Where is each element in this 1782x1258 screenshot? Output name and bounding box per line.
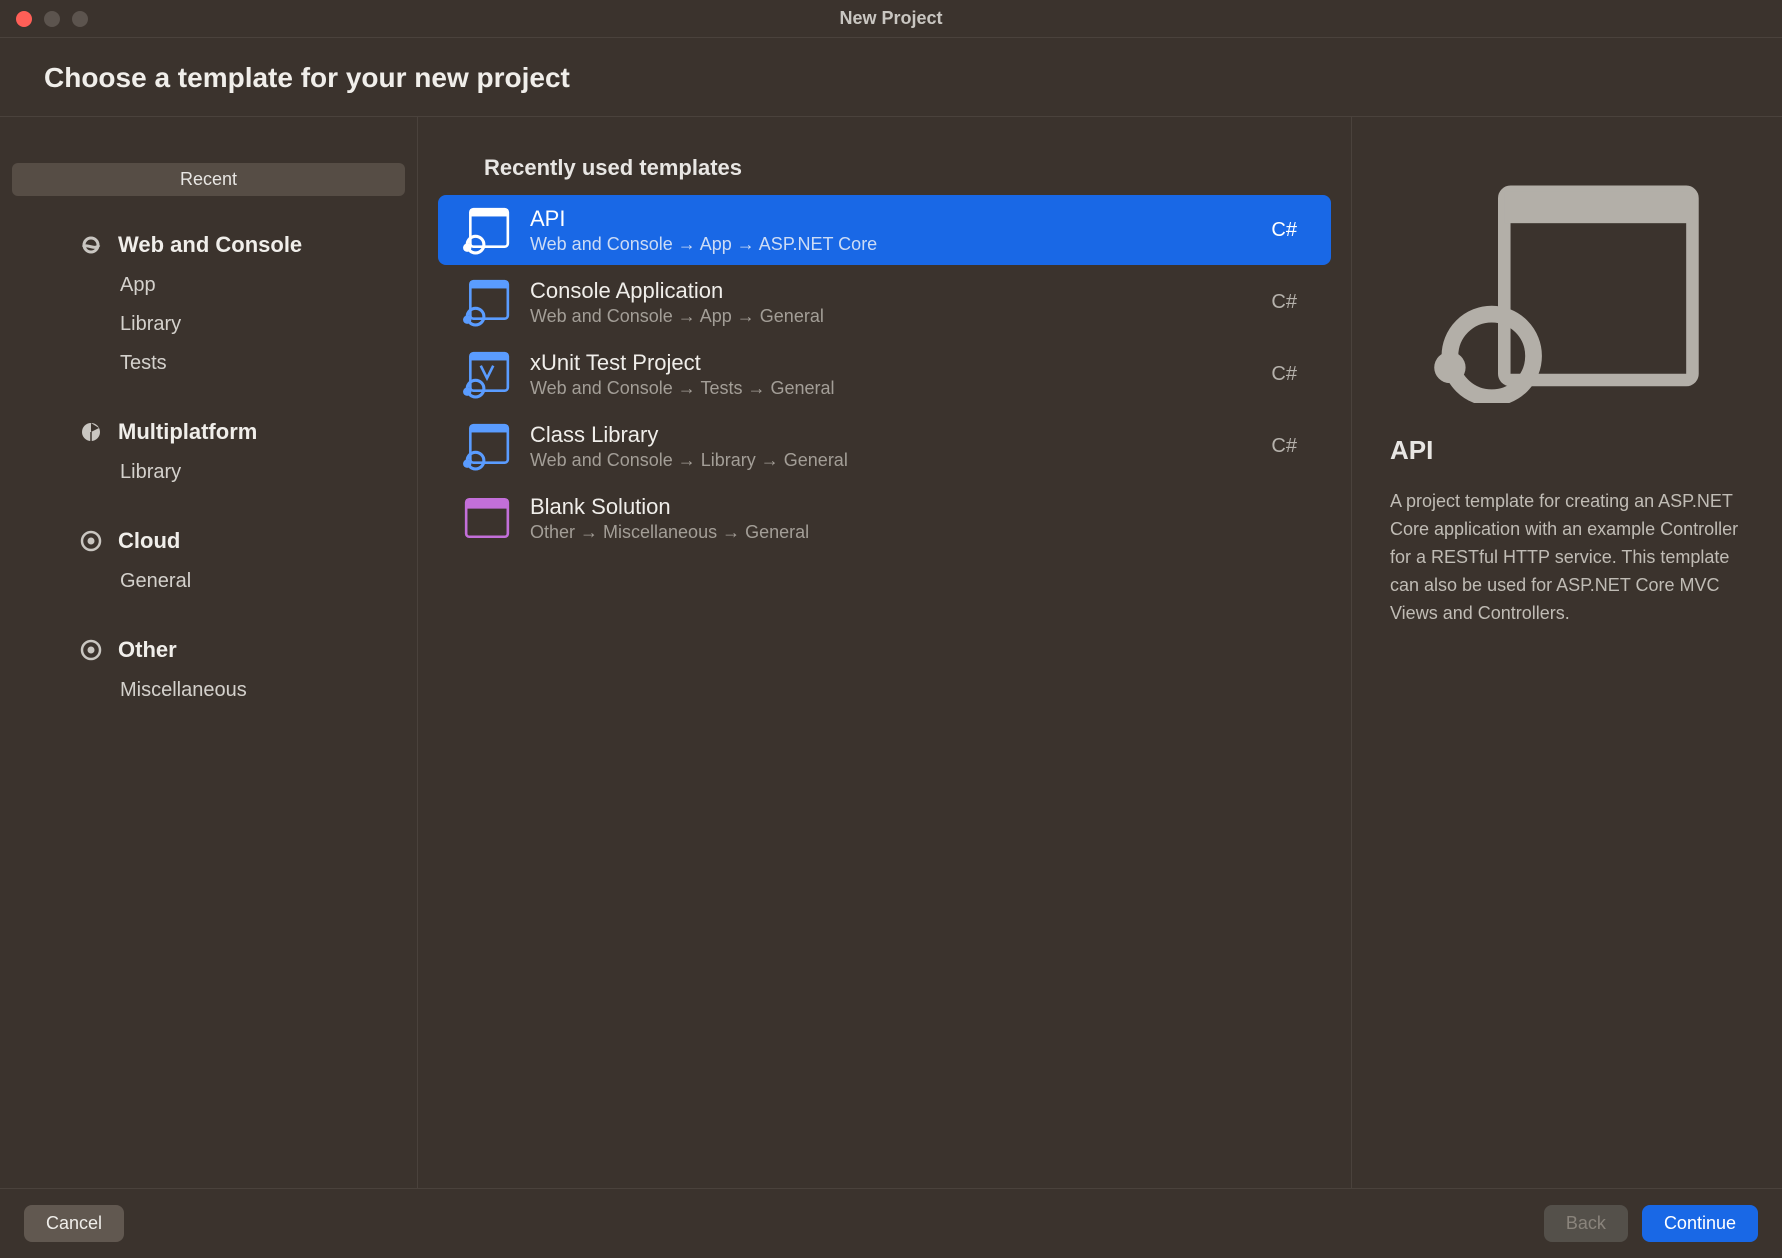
details-description: A project template for creating an ASP.N…	[1390, 488, 1744, 627]
sidebar-item-app[interactable]: App	[0, 266, 417, 305]
page-title: Choose a template for your new project	[44, 62, 1738, 94]
template-title: Class Library	[530, 422, 1271, 448]
target-icon	[78, 637, 104, 663]
maximize-window-button[interactable]	[72, 11, 88, 27]
details-panel: API A project template for creating an A…	[1352, 117, 1782, 1188]
template-row[interactable]: Class LibraryWeb and Console → Library →…	[438, 411, 1331, 481]
sidebar-item-library[interactable]: Library	[0, 305, 417, 344]
content-area: Recent Web and Console App Library Tests…	[0, 117, 1782, 1188]
template-icon	[462, 493, 512, 543]
sidebar-category-label: Other	[118, 637, 177, 663]
template-row[interactable]: APIWeb and Console → App → ASP.NET CoreC…	[438, 195, 1331, 265]
template-language: C#	[1271, 291, 1307, 314]
template-path: Web and Console → Tests → General	[530, 378, 1271, 399]
sidebar-item-library-mp[interactable]: Library	[0, 453, 417, 492]
target-icon	[78, 528, 104, 554]
sidebar-category-label: Web and Console	[118, 232, 302, 258]
sidebar-category-cloud[interactable]: Cloud	[0, 520, 417, 562]
sidebar-item-tests[interactable]: Tests	[0, 344, 417, 383]
sidebar-category-label: Multiplatform	[118, 419, 257, 445]
globe-icon	[78, 232, 104, 258]
template-title: Console Application	[530, 278, 1271, 304]
cancel-button[interactable]: Cancel	[24, 1205, 124, 1242]
template-language: C#	[1271, 219, 1307, 242]
close-window-button[interactable]	[16, 11, 32, 27]
template-path: Web and Console → App → General	[530, 306, 1271, 327]
template-path: Web and Console → Library → General	[530, 450, 1271, 471]
template-language: C#	[1271, 363, 1307, 386]
sidebar-item-general[interactable]: General	[0, 562, 417, 601]
template-icon	[462, 349, 512, 399]
template-row[interactable]: xUnit Test ProjectWeb and Console → Test…	[438, 339, 1331, 409]
dialog-footer: Cancel Back Continue	[0, 1188, 1782, 1258]
window-title: New Project	[839, 8, 942, 29]
titlebar: New Project	[0, 0, 1782, 38]
details-title: API	[1390, 435, 1744, 466]
minimize-window-button[interactable]	[44, 11, 60, 27]
template-path: Other → Miscellaneous → General	[530, 522, 1297, 543]
template-icon	[462, 277, 512, 327]
template-title: API	[530, 206, 1271, 232]
template-title: xUnit Test Project	[530, 350, 1271, 376]
category-sidebar: Recent Web and Console App Library Tests…	[0, 117, 418, 1188]
template-title: Blank Solution	[530, 494, 1297, 520]
template-icon	[462, 205, 512, 255]
template-language: C#	[1271, 435, 1307, 458]
dialog-header: Choose a template for your new project	[0, 38, 1782, 117]
template-icon	[462, 421, 512, 471]
back-button[interactable]: Back	[1544, 1205, 1628, 1242]
window-controls	[0, 11, 88, 27]
template-list-heading: Recently used templates	[438, 155, 1331, 181]
template-row[interactable]: Console ApplicationWeb and Console → App…	[438, 267, 1331, 337]
sidebar-category-multiplatform[interactable]: Multiplatform	[0, 411, 417, 453]
template-row[interactable]: Blank SolutionOther → Miscellaneous → Ge…	[438, 483, 1331, 553]
template-path: Web and Console → App → ASP.NET Core	[530, 234, 1271, 255]
sidebar-category-other[interactable]: Other	[0, 629, 417, 671]
continue-button[interactable]: Continue	[1642, 1205, 1758, 1242]
pie-icon	[78, 419, 104, 445]
sidebar-category-label: Cloud	[118, 528, 180, 554]
sidebar-category-web-console[interactable]: Web and Console	[0, 224, 417, 266]
sidebar-item-miscellaneous[interactable]: Miscellaneous	[0, 671, 417, 710]
template-list-panel: Recently used templates APIWeb and Conso…	[418, 117, 1352, 1188]
template-large-icon	[1427, 173, 1707, 403]
sidebar-recent-button[interactable]: Recent	[12, 163, 405, 196]
